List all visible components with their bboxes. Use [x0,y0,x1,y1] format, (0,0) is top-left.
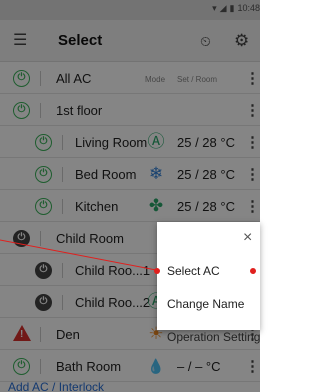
callout-line [0,239,157,271]
callout-dot-left [154,268,160,274]
callout-dot-right [250,268,256,274]
callout-annotation [0,239,256,274]
